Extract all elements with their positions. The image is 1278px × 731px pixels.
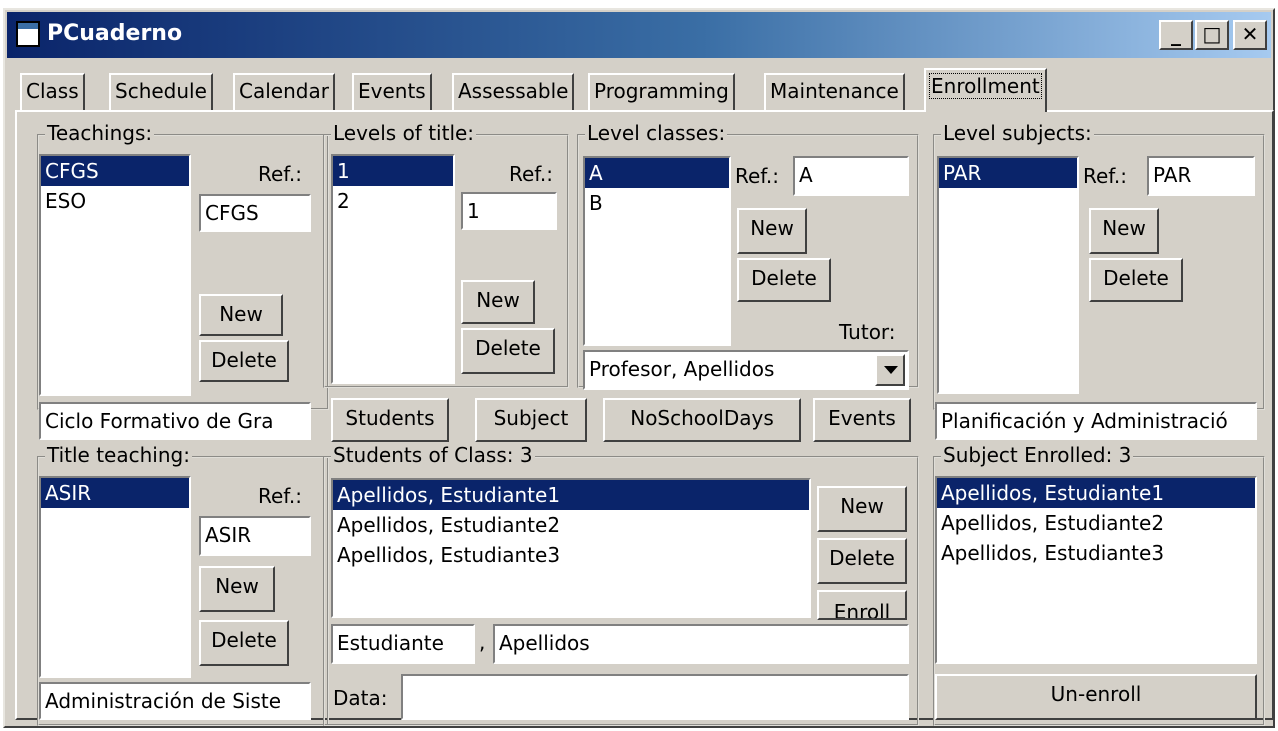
list-item[interactable]: B (585, 188, 729, 218)
teachings-list[interactable]: CFGS ESO (39, 154, 191, 396)
level-classes-delete-button[interactable]: Delete (737, 258, 831, 302)
window-title: PCuaderno (47, 21, 183, 46)
level-classes-new-button[interactable]: New (737, 208, 807, 254)
tab-events[interactable]: Events (352, 73, 432, 111)
title-bar[interactable]: PCuaderno _ □ ✕ (7, 12, 1271, 58)
level-classes-list[interactable]: A B (583, 156, 731, 346)
subject-button[interactable]: Subject (475, 398, 587, 442)
chevron-down-icon[interactable] (875, 354, 905, 386)
noschooldays-button[interactable]: NoSchoolDays (603, 398, 801, 442)
tab-enrollment[interactable]: Enrollment (924, 68, 1047, 112)
list-item[interactable]: Apellidos, Estudiante1 (937, 478, 1255, 508)
tutor-label: Tutor: (839, 320, 896, 344)
levels-of-title-list[interactable]: 1 2 (331, 154, 455, 384)
level-subjects-delete-button[interactable]: Delete (1089, 258, 1183, 302)
level-classes-ref-label: Ref.: (735, 164, 779, 188)
title-teaching-legend: Title teaching: (45, 443, 192, 467)
level-subjects-list[interactable]: PAR (937, 156, 1079, 394)
subject-enrolled-legend: Subject Enrolled: 3 (941, 443, 1134, 467)
students-button[interactable]: Students (331, 398, 449, 442)
student-first-name-input[interactable]: Estudiante (331, 624, 475, 664)
list-item[interactable]: ASIR (41, 478, 189, 508)
level-classes-ref-input[interactable]: A (793, 156, 909, 196)
students-delete-button[interactable]: Delete (817, 538, 907, 584)
enrollment-panel: Teachings: CFGS ESO Ref.: CFGS New Delet… (15, 110, 1274, 726)
tab-label: Enrollment (929, 73, 1042, 99)
title-teaching-ref-label: Ref.: (258, 484, 302, 508)
tab-calendar[interactable]: Calendar (233, 73, 335, 111)
tab-label: Programming (594, 79, 729, 103)
levels-ref-label: Ref.: (509, 162, 553, 186)
levels-of-title-legend: Levels of title: (331, 121, 477, 145)
students-list[interactable]: Apellidos, Estudiante1 Apellidos, Estudi… (331, 478, 811, 618)
tab-label: Events (358, 79, 426, 103)
teachings-ref-label: Ref.: (258, 162, 302, 186)
title-teaching-delete-button[interactable]: Delete (199, 620, 289, 666)
student-data-input[interactable] (401, 674, 909, 720)
tutor-dropdown-value: Profesor, Apellidos (589, 357, 775, 381)
list-item[interactable]: Apellidos, Estudiante3 (937, 538, 1255, 568)
tab-assessable[interactable]: Assessable (452, 73, 575, 111)
tab-programming[interactable]: Programming (588, 73, 735, 111)
events-button[interactable]: Events (813, 398, 911, 442)
teachings-ref-input[interactable]: CFGS (199, 194, 311, 232)
level-subjects-ref-label: Ref.: (1083, 164, 1127, 188)
list-item[interactable]: ESO (41, 186, 189, 216)
teachings-description[interactable]: Ciclo Formativo de Gra (39, 402, 311, 440)
level-classes-legend: Level classes: (585, 121, 728, 145)
title-teaching-description[interactable]: Administración de Siste (39, 682, 311, 720)
minimize-button[interactable]: _ (1159, 20, 1193, 50)
tab-label: Assessable (458, 79, 569, 103)
unenroll-button[interactable]: Un-enroll (935, 674, 1257, 720)
list-item[interactable]: 2 (333, 186, 453, 216)
list-item[interactable]: Apellidos, Estudiante2 (333, 510, 809, 540)
student-last-name-input[interactable]: Apellidos (493, 624, 909, 664)
title-teaching-ref-input[interactable]: ASIR (199, 516, 311, 556)
app-icon (16, 21, 40, 47)
tutor-dropdown[interactable]: Profesor, Apellidos (583, 350, 909, 390)
teachings-legend: Teachings: (45, 121, 155, 145)
tab-schedule[interactable]: Schedule (109, 73, 213, 111)
list-item[interactable]: CFGS (41, 156, 189, 186)
teachings-new-button[interactable]: New (199, 294, 283, 336)
tab-label: Calendar (239, 79, 329, 103)
level-subjects-legend: Level subjects: (941, 121, 1094, 145)
levels-ref-input[interactable]: 1 (461, 192, 557, 230)
list-item[interactable]: 1 (333, 156, 453, 186)
title-teaching-list[interactable]: ASIR (39, 476, 191, 678)
maximize-button[interactable]: □ (1195, 20, 1229, 50)
data-label: Data: (333, 686, 388, 710)
tab-label: Schedule (115, 79, 207, 103)
levels-new-button[interactable]: New (461, 280, 535, 324)
list-item[interactable]: Apellidos, Estudiante1 (333, 480, 809, 510)
level-subjects-description[interactable]: Planificación y Administració (935, 402, 1257, 440)
list-item[interactable]: PAR (939, 158, 1077, 188)
level-subjects-ref-input[interactable]: PAR (1147, 156, 1255, 196)
list-item[interactable]: A (585, 158, 729, 188)
students-enroll-button[interactable]: Enroll (817, 590, 907, 620)
tab-label: Class (26, 79, 79, 103)
students-of-class-legend: Students of Class: 3 (331, 443, 535, 467)
list-item[interactable]: Apellidos, Estudiante2 (937, 508, 1255, 538)
teachings-delete-button[interactable]: Delete (199, 340, 289, 382)
close-button[interactable]: ✕ (1233, 20, 1267, 50)
tab-class[interactable]: Class (20, 73, 85, 111)
subject-enrolled-list[interactable]: Apellidos, Estudiante1 Apellidos, Estudi… (935, 476, 1257, 664)
level-subjects-new-button[interactable]: New (1089, 208, 1159, 254)
students-new-button[interactable]: New (817, 486, 907, 532)
levels-delete-button[interactable]: Delete (461, 328, 555, 374)
tab-maintenance[interactable]: Maintenance (764, 73, 905, 111)
list-item[interactable]: Apellidos, Estudiante3 (333, 540, 809, 570)
name-separator: , (479, 630, 486, 654)
tab-label: Maintenance (770, 79, 899, 103)
title-teaching-new-button[interactable]: New (199, 566, 275, 612)
